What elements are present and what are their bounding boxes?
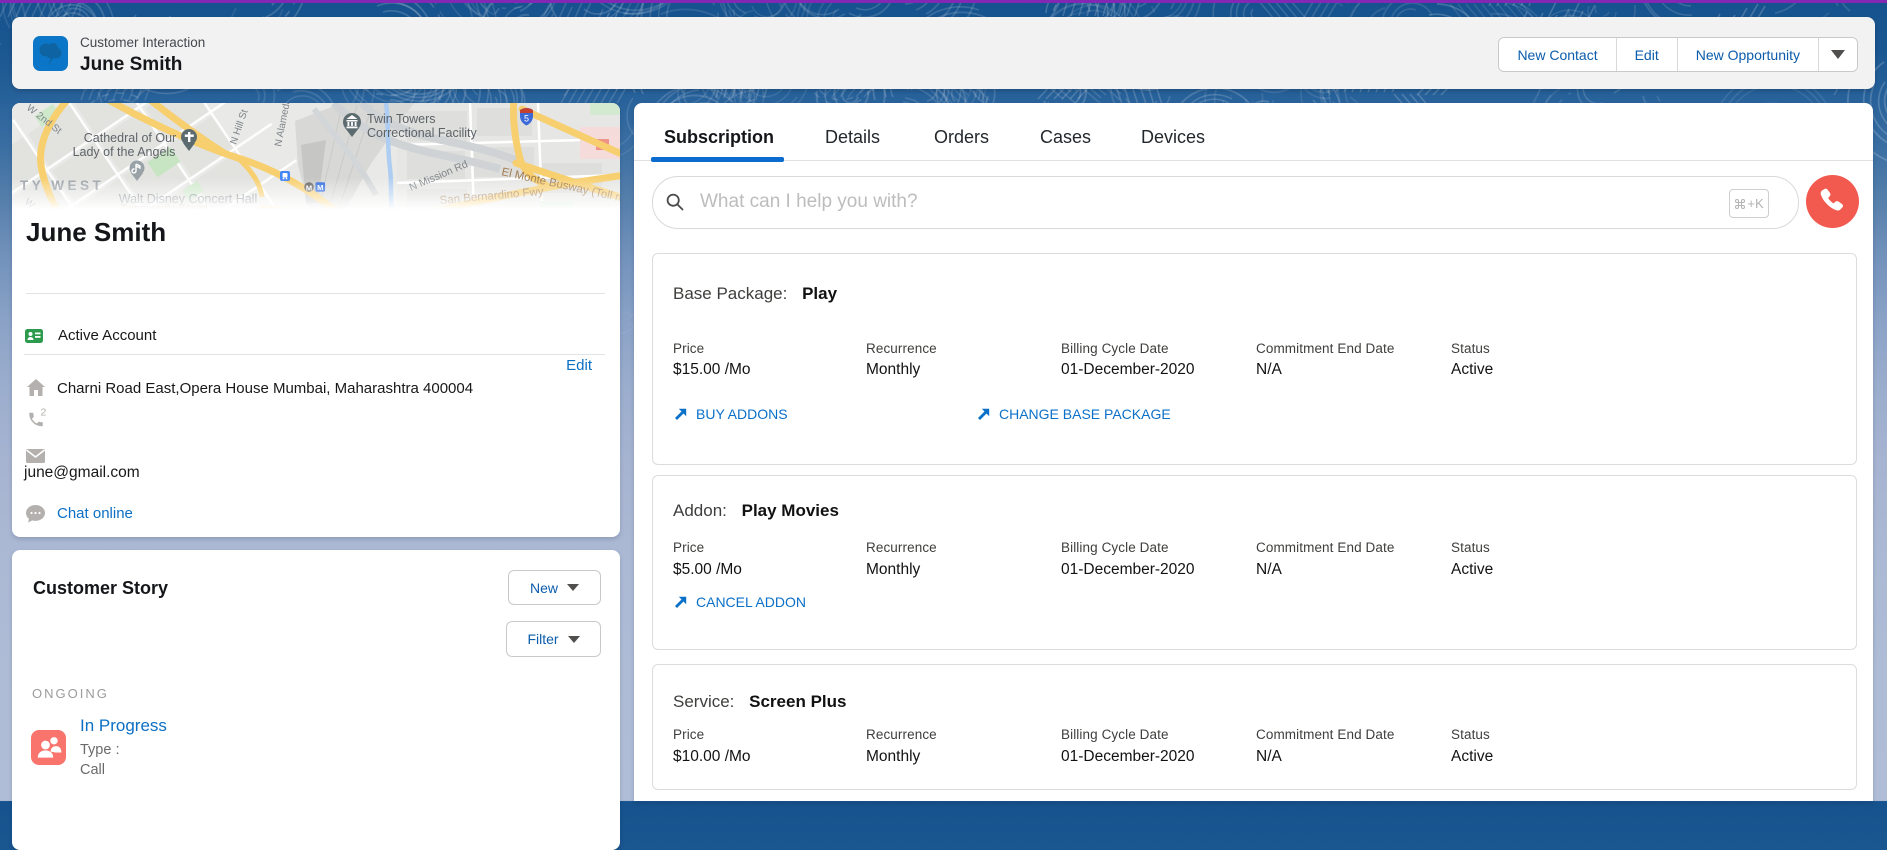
- svg-text:2: 2: [41, 407, 47, 419]
